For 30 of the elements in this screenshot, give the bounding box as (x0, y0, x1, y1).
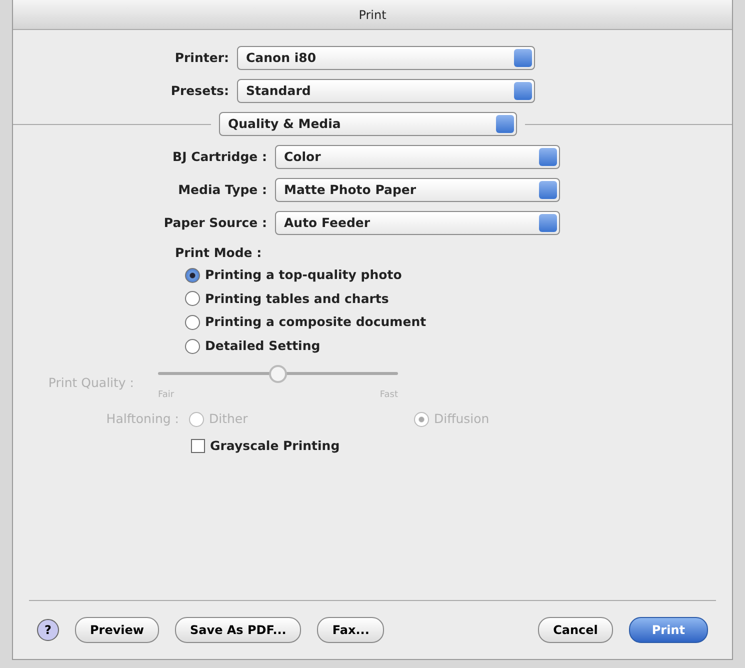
field-label: Media Type : (177, 180, 267, 199)
slider[interactable] (158, 364, 398, 381)
dialog-button[interactable]: Fax... (317, 617, 384, 643)
radio-option: Diffusion (414, 410, 629, 429)
window-title: Print (358, 6, 386, 24)
popup-menu[interactable]: Matte Photo Paper (275, 178, 560, 202)
radio-option[interactable]: Printing tables and charts (185, 290, 716, 308)
field-label: Print Quality : (47, 374, 134, 392)
radio-option[interactable]: Printing a composite document (185, 313, 716, 332)
radio-option: Dither (189, 410, 404, 429)
radio-option[interactable]: Detailed Setting (185, 337, 716, 356)
dialog-button[interactable]: Preview (75, 617, 160, 643)
dialog-button[interactable]: Cancel (538, 617, 613, 643)
field-label: Presets: (170, 82, 229, 100)
checkbox-option[interactable]: Grayscale Printing (191, 437, 716, 456)
field-label: Halftoning : (105, 410, 179, 428)
popup-menu[interactable]: Canon i80 (237, 46, 535, 70)
dialog-button[interactable]: Save As PDF... (175, 617, 302, 643)
section-label: Print Mode : (175, 244, 263, 262)
help-button[interactable]: ? (37, 619, 59, 641)
radio-option[interactable]: Printing a top-quality photo (185, 266, 716, 284)
field-label: Printer: (174, 48, 229, 67)
popup-menu[interactable]: Auto Feeder (275, 211, 560, 235)
tick-label: Fast (380, 388, 398, 402)
popup-menu[interactable]: Quality & Media (219, 112, 517, 136)
popup-menu[interactable]: Standard (237, 79, 535, 103)
tick-label: Fair (158, 388, 174, 402)
field-label: Paper Source : (162, 214, 267, 232)
popup-menu[interactable]: Color (275, 145, 560, 169)
field-label: BJ Cartridge : (172, 148, 267, 166)
